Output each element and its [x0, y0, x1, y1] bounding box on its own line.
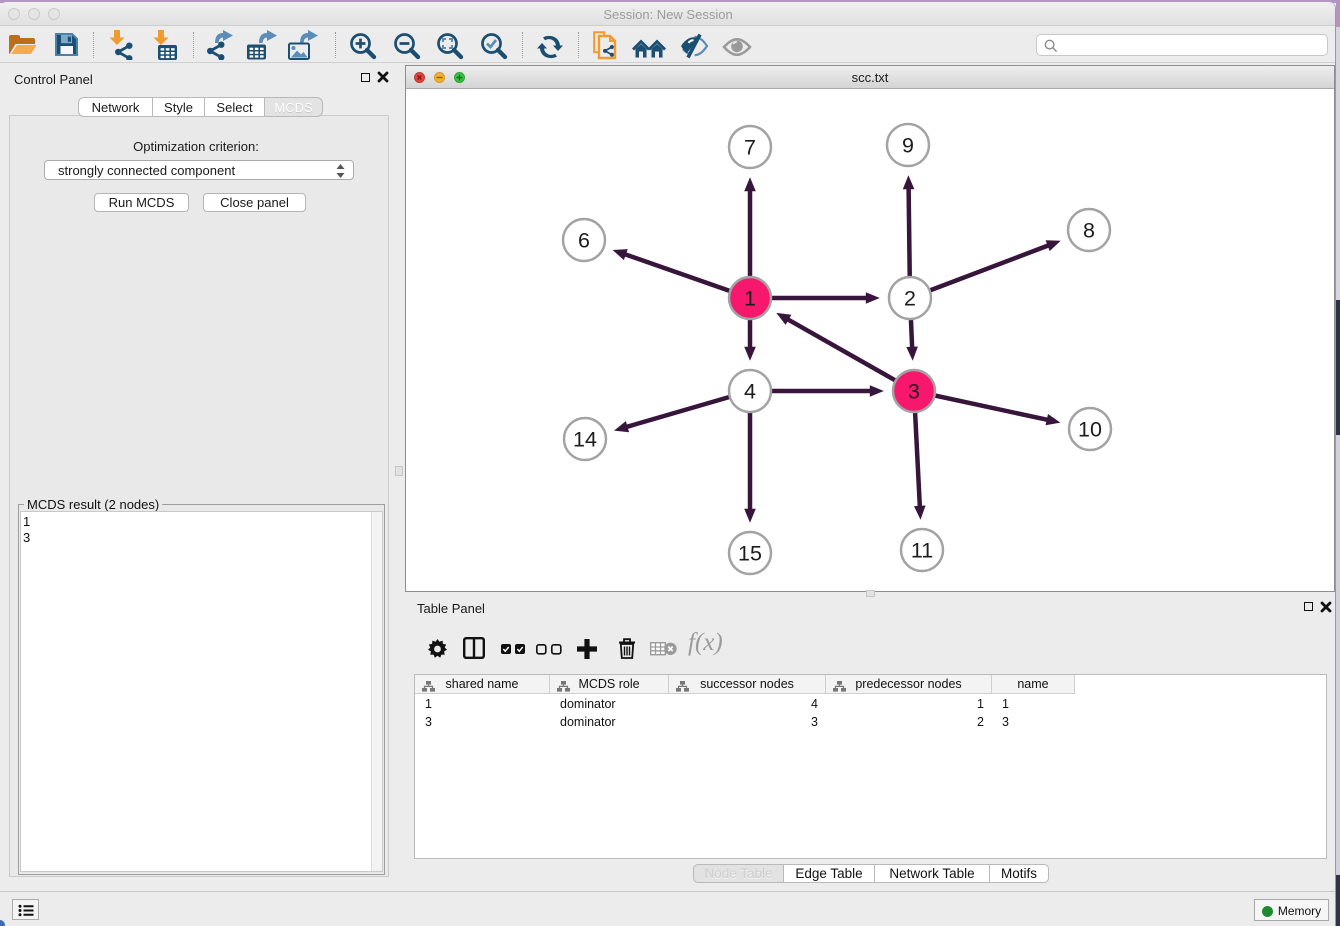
svg-text:1: 1	[744, 287, 756, 311]
svg-text:8: 8	[1083, 219, 1095, 243]
svg-text:11: 11	[911, 539, 933, 563]
svg-text:2: 2	[904, 287, 916, 311]
svg-text:9: 9	[902, 134, 914, 158]
svg-text:10: 10	[1078, 418, 1102, 442]
svg-text:7: 7	[744, 136, 756, 160]
svg-text:4: 4	[744, 380, 756, 404]
svg-text:3: 3	[908, 380, 920, 404]
svg-text:6: 6	[578, 229, 590, 253]
svg-text:14: 14	[573, 428, 597, 452]
svg-text:15: 15	[738, 542, 762, 566]
